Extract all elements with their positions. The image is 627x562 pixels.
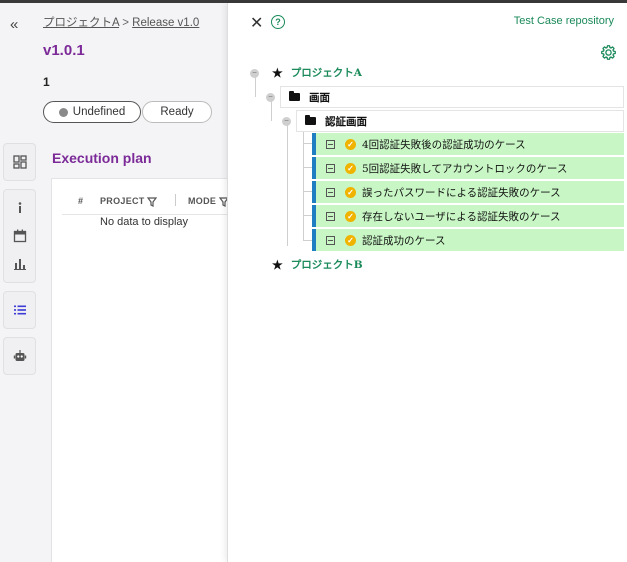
collapse-box-icon[interactable] (326, 139, 335, 149)
tree-folder-auth-screen[interactable]: 認証画面 (296, 110, 624, 132)
left-sidebar (3, 143, 36, 383)
breadcrumb-project-link[interactable]: プロジェクトA (43, 17, 119, 29)
tree-test-case[interactable]: ✓ 4回認証失敗後の認証成功のケース (312, 133, 624, 155)
folder-icon (289, 91, 300, 101)
bar-chart-icon[interactable] (7, 250, 33, 278)
collapse-box-icon[interactable] (326, 163, 335, 173)
execution-plan-panel: # PROJECT MODE No data to display (51, 178, 236, 562)
version-title: v1.0.1 (43, 42, 85, 59)
tree-project-b[interactable]: ★ プロジェクトB (272, 257, 363, 272)
check-circle-icon: ✓ (345, 234, 356, 246)
collapse-toggle-icon[interactable]: − (282, 117, 291, 126)
test-case-label: 誤ったパスワードによる認証失敗のケース (362, 186, 561, 199)
double-chevron-left-icon[interactable]: « (10, 16, 18, 33)
column-header-index: # (78, 196, 84, 206)
dashboard-icon[interactable] (7, 148, 33, 176)
sidebar-group-list (3, 291, 36, 329)
tree-test-case[interactable]: ✓ 存在しないユーザによる認証失敗のケース (312, 205, 624, 227)
robot-icon[interactable] (7, 342, 33, 370)
sidebar-group-dashboard (3, 143, 36, 181)
breadcrumb: プロジェクトA > Release v1.0 (43, 14, 199, 30)
column-header-project[interactable]: PROJECT (100, 196, 145, 206)
column-separator (175, 194, 176, 206)
tree-connector (287, 125, 288, 246)
sidebar-group-info (3, 189, 36, 283)
breadcrumb-release-link[interactable]: Release v1.0 (132, 17, 199, 29)
test-case-repository-drawer: ✕ ? Test Case repository − ★ プロジェクトA − 画… (227, 3, 627, 562)
tree-connector (303, 191, 312, 192)
tree-project-a-label: プロジェクトA (290, 67, 362, 79)
help-circle-icon[interactable]: ? (271, 15, 285, 29)
status-undefined-label: Undefined (72, 106, 126, 118)
check-circle-icon: ✓ (345, 138, 356, 150)
calendar-icon[interactable] (7, 222, 33, 250)
count-value: 1 (43, 75, 50, 89)
tree-connector (303, 215, 312, 216)
tree-folder-auth-screen-label: 認証画面 (325, 115, 367, 128)
sidebar-group-robot (3, 337, 36, 375)
tree-connector (303, 240, 312, 241)
check-circle-icon: ✓ (345, 186, 356, 198)
tree-project-a[interactable]: ★ プロジェクトA (272, 65, 362, 80)
info-icon[interactable] (7, 194, 33, 222)
app-root: « プロジェクトA > Release v1.0 v1.0.1 1 Undefi… (0, 0, 627, 562)
tree-test-case[interactable]: ✓ 認証成功のケース (312, 229, 624, 251)
tree-folder-screen-label: 画面 (309, 91, 330, 104)
filter-icon[interactable] (146, 194, 158, 212)
collapse-box-icon[interactable] (326, 211, 335, 221)
check-circle-icon: ✓ (345, 162, 356, 174)
tree-connector (271, 101, 272, 121)
collapse-box-icon[interactable] (326, 187, 335, 197)
test-case-label: 認証成功のケース (362, 234, 446, 247)
tree-connector (255, 77, 256, 97)
tree-test-case[interactable]: ✓ 誤ったパスワードによる認証失敗のケース (312, 181, 624, 203)
folder-icon (305, 115, 316, 125)
tree-connector (303, 143, 312, 144)
test-case-label: 5回認証失敗してアカウントロックのケース (362, 162, 568, 175)
execution-plan-title: Execution plan (52, 150, 152, 166)
test-case-label: 存在しないユーザによる認証失敗のケース (362, 210, 561, 223)
breadcrumb-separator: > (122, 17, 129, 29)
empty-table-message: No data to display (100, 216, 189, 228)
tree-test-case[interactable]: ✓ 5回認証失敗してアカウントロックのケース (312, 157, 624, 179)
tree-folder-screen[interactable]: 画面 (280, 86, 624, 108)
column-header-mode[interactable]: MODE (188, 196, 216, 206)
status-dot-icon (58, 107, 68, 117)
gear-icon[interactable] (601, 45, 616, 64)
status-undefined-button[interactable]: Undefined (43, 101, 141, 123)
collapse-box-icon[interactable] (326, 235, 335, 245)
check-circle-icon: ✓ (345, 210, 356, 222)
test-case-label: 4回認証失敗後の認証成功のケース (362, 138, 526, 151)
star-icon: ★ (272, 257, 283, 272)
star-icon: ★ (272, 65, 283, 80)
tree-project-b-label: プロジェクトB (290, 259, 363, 271)
status-ready-button[interactable]: Ready (142, 101, 212, 123)
list-icon[interactable] (7, 296, 33, 324)
table-header-divider (62, 214, 232, 215)
close-icon[interactable]: ✕ (250, 13, 263, 33)
status-ready-label: Ready (160, 106, 194, 118)
collapse-toggle-icon[interactable]: − (266, 93, 275, 102)
tree-connector (303, 167, 312, 168)
collapse-toggle-icon[interactable]: − (250, 69, 259, 78)
drawer-title: Test Case repository (513, 15, 614, 27)
